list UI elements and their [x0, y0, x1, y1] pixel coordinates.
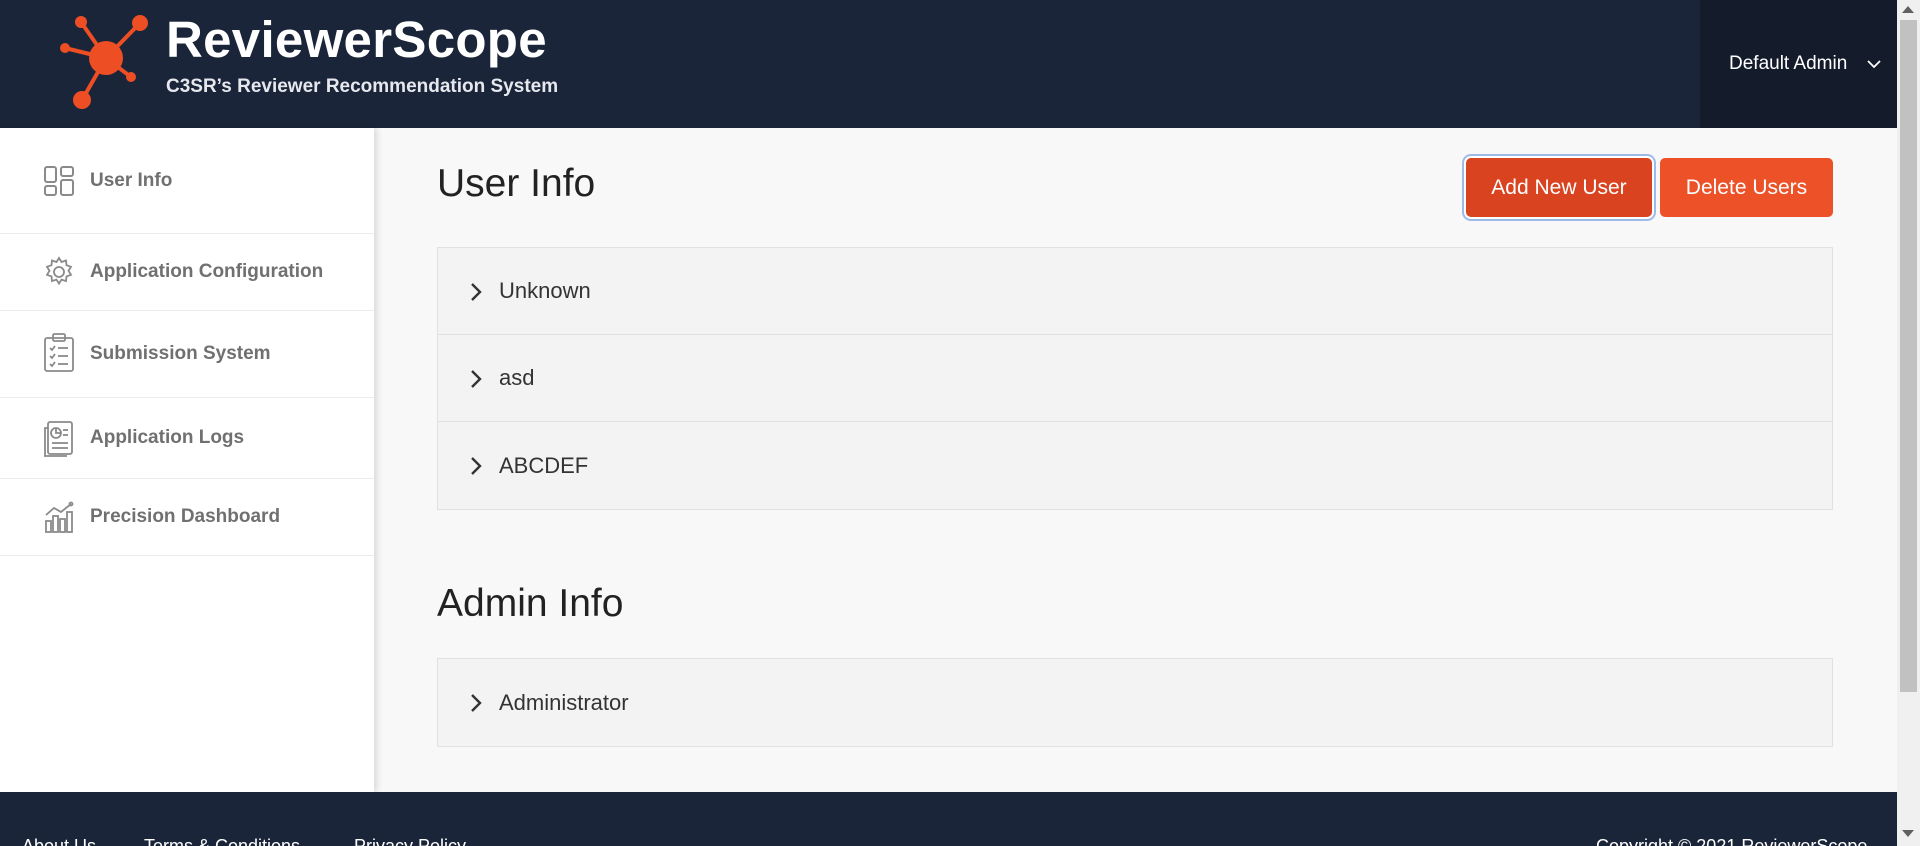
sidebar-item-label: Application Configuration — [90, 261, 324, 282]
user-accordion-item[interactable]: ABCDEF — [438, 422, 1832, 509]
sidebar: User Info Application Configuration Subm… — [0, 128, 374, 792]
gear-icon — [45, 256, 73, 286]
scroll-up-arrow-icon[interactable] — [1902, 6, 1914, 13]
user-menu-label: Default Admin — [1729, 53, 1848, 74]
chevron-right-icon — [471, 283, 482, 301]
add-new-user-button[interactable]: Add New User — [1466, 158, 1652, 217]
sidebar-item-label: User Info — [90, 169, 173, 191]
top-header: ReviewerScope C3SR’s Reviewer Recommenda… — [0, 0, 1897, 128]
admin-accordion-item[interactable]: Administrator — [438, 659, 1832, 746]
user-menu-dropdown[interactable]: Default Admin — [1700, 0, 1897, 128]
admin-section-title: Admin Info — [437, 582, 624, 625]
brand-title[interactable]: ReviewerScope — [166, 10, 547, 69]
chevron-right-icon — [471, 694, 482, 712]
user-accordion: Unknown asd ABCDEF — [437, 247, 1833, 510]
admin-name: Administrator — [499, 689, 629, 715]
sidebar-item-label: Precision Dashboard — [90, 506, 281, 527]
footer-link-privacy[interactable]: Privacy Policy — [354, 836, 466, 846]
report-icon — [44, 421, 73, 457]
sidebar-item-submission-system[interactable]: Submission System — [0, 311, 374, 398]
footer-copyright: Copyright © 2021 ReviewerScope — [1596, 836, 1868, 846]
user-name: asd — [499, 365, 535, 390]
user-name: Unknown — [499, 278, 591, 303]
sidebar-item-precision-dashboard[interactable]: Precision Dashboard — [0, 479, 374, 556]
sidebar-item-application-logs[interactable]: Application Logs — [0, 398, 374, 479]
dashboard-grid-icon — [44, 166, 74, 196]
user-name: ABCDEF — [499, 452, 589, 478]
chevron-right-icon — [471, 457, 482, 475]
sidebar-item-user-info[interactable]: User Info — [0, 128, 374, 234]
chevron-right-icon — [471, 370, 482, 388]
bar-chart-icon — [45, 501, 74, 533]
brand-subtitle: C3SR’s Reviewer Recommendation System — [166, 76, 559, 97]
chevron-down-icon — [1867, 60, 1881, 69]
sidebar-item-application-configuration[interactable]: Application Configuration — [0, 234, 374, 311]
delete-users-button[interactable]: Delete Users — [1660, 158, 1833, 217]
user-accordion-item[interactable]: asd — [438, 335, 1832, 422]
molecule-logo-icon[interactable] — [58, 14, 152, 114]
vertical-scrollbar[interactable] — [1897, 0, 1920, 846]
scrollbar-thumb[interactable] — [1900, 20, 1917, 692]
clipboard-list-icon — [44, 333, 74, 372]
footer: About Us Terms & Conditions Privacy Poli… — [0, 792, 1897, 846]
footer-link-terms[interactable]: Terms & Conditions — [144, 836, 300, 846]
page-title: User Info — [437, 162, 596, 205]
user-accordion-item[interactable]: Unknown — [438, 248, 1832, 335]
footer-link-about-us[interactable]: About Us — [22, 836, 96, 846]
sidebar-item-label: Application Logs — [90, 427, 245, 448]
sidebar-item-label: Submission System — [90, 343, 271, 364]
admin-accordion: Administrator — [437, 658, 1833, 747]
scroll-down-arrow-icon[interactable] — [1902, 830, 1914, 837]
